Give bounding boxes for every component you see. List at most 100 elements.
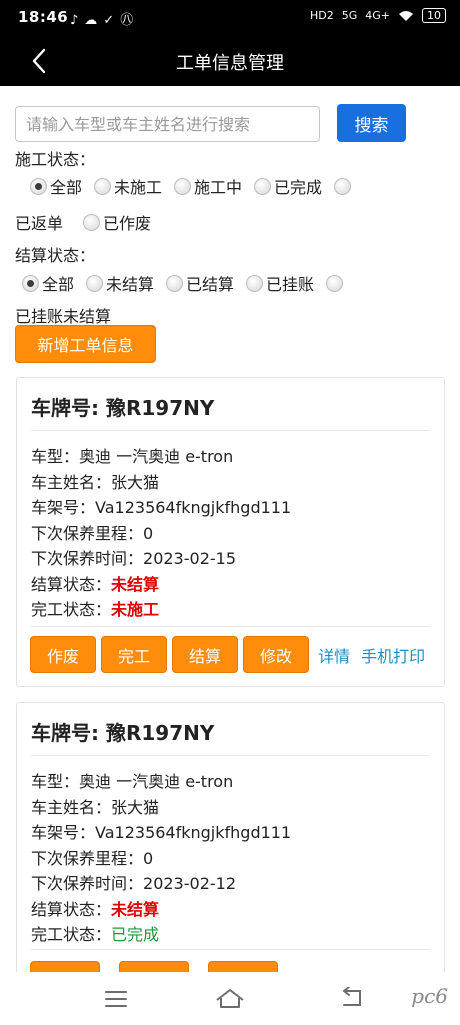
field-value: 张大猫	[111, 797, 160, 817]
field-value: 奥迪 一汽奥迪 e-tron	[79, 447, 234, 466]
info-settle: 结算状态：未结算	[31, 897, 291, 923]
field-label: 下次保养时间：	[31, 549, 144, 568]
field-value: 奥迪 一汽奥迪 e-tron	[79, 772, 234, 791]
back-icon[interactable]	[340, 987, 364, 1009]
radio-construction-returned[interactable]	[334, 177, 354, 195]
radio-dot-icon	[254, 177, 272, 195]
radio-dot-icon	[174, 177, 192, 195]
mobile-print-link[interactable]: 手机打印	[361, 643, 425, 667]
field-label: 车主姓名：	[31, 472, 112, 492]
radio-label: 已作废	[103, 214, 152, 233]
field-value: 张大猫	[111, 472, 160, 492]
construction-status-label: 施工状态：	[15, 150, 96, 169]
watermark-logo: pc6	[411, 984, 448, 1008]
info-work: 完工状态：未施工	[31, 597, 291, 623]
search-input[interactable]	[15, 106, 320, 142]
void-button[interactable]: 作废	[30, 636, 97, 673]
radio-construction-returned-label[interactable]: 已返单	[15, 210, 63, 234]
status-badge: 已完成	[111, 925, 160, 944]
radio-construction-voided[interactable]: 已作废	[83, 210, 151, 234]
add-work-order-button[interactable]: 新增工单信息	[15, 325, 156, 363]
signal-4g-icon: 4G+	[365, 9, 390, 22]
radio-dot-icon	[334, 177, 352, 195]
status-badge: 未结算	[111, 899, 160, 919]
field-label: 车型：	[31, 447, 80, 466]
radio-settlement-on-account-unsettled-label[interactable]: 已挂账未结算	[15, 303, 111, 327]
radio-label: 已返单	[15, 214, 64, 233]
construction-status-row2: 已返单 已作废	[15, 210, 163, 234]
radio-construction-completed[interactable]: 已完成	[254, 174, 322, 198]
card-actions: 作废 完工 结算 修改 详情 手机打印	[30, 636, 425, 673]
card-info: 车型：奥迪 一汽奥迪 e-tron 车主姓名：张大猫 车架号：Va123564f…	[31, 444, 291, 623]
nav-bar: 工单信息管理	[0, 36, 460, 86]
field-label: 下次保养里程：	[31, 523, 144, 543]
radio-construction-not-started[interactable]: 未施工	[94, 174, 162, 198]
divider	[31, 626, 430, 627]
edit-button[interactable]: 修改	[243, 636, 310, 673]
settlement-status-label: 结算状态：	[15, 246, 96, 265]
radio-settlement-settled[interactable]: 已结算	[166, 271, 234, 295]
field-value: 0	[143, 523, 154, 543]
hd-icon: HD2	[309, 9, 334, 22]
wifi-icon	[399, 10, 413, 21]
info-model: 车型：奥迪 一汽奥迪 e-tron	[31, 444, 291, 470]
status-right-icons: HD2 5G 4G+ 10	[310, 8, 446, 23]
divider	[31, 430, 430, 431]
field-label: 结算状态：	[31, 574, 112, 594]
radio-label: 施工中	[194, 178, 243, 197]
info-mileage: 下次保养里程：0	[31, 846, 291, 872]
info-model: 车型：奥迪 一汽奥迪 e-tron	[31, 769, 291, 795]
field-label: 完工状态：	[31, 600, 112, 619]
info-date: 下次保养时间：2023-02-12	[31, 871, 291, 897]
search-button[interactable]: 搜索	[337, 104, 406, 142]
radio-construction-all[interactable]: 全部	[30, 174, 82, 198]
info-settle: 结算状态：未结算	[31, 572, 291, 598]
divider	[31, 755, 430, 756]
work-order-card: 车牌号: 豫R197NY 车型：奥迪 一汽奥迪 e-tron 车主姓名：张大猫 …	[16, 377, 445, 687]
notification-icons: ♪☁✓㊇	[70, 13, 140, 28]
info-owner: 车主姓名：张大猫	[31, 470, 291, 496]
signal-5g-icon: 5G	[341, 9, 358, 22]
radio-settlement-all[interactable]: 全部	[22, 271, 74, 295]
status-badge: 未结算	[111, 574, 160, 594]
radio-label: 已完成	[274, 178, 323, 197]
info-date: 下次保养时间：2023-02-15	[31, 546, 291, 572]
field-value: 0	[143, 848, 154, 868]
radio-construction-in-progress[interactable]: 施工中	[174, 174, 242, 198]
details-link[interactable]: 详情	[318, 643, 350, 667]
plate-number: 车牌号: 豫R197NY	[31, 721, 215, 745]
radio-dot-icon	[86, 274, 104, 292]
radio-dot-icon	[30, 177, 47, 195]
construction-status-row1: 全部 未施工 施工中 已完成	[30, 174, 366, 198]
field-label: 结算状态：	[31, 899, 112, 919]
info-vin: 车架号：Va123564fkngjkfhgd111	[31, 820, 291, 846]
divider	[31, 949, 430, 950]
radio-settlement-on-account-unsettled[interactable]	[326, 274, 346, 292]
status-badge: 未施工	[111, 600, 160, 619]
radio-label: 已挂账	[266, 275, 315, 294]
field-label: 车架号：	[31, 498, 96, 517]
radio-settlement-on-account[interactable]: 已挂账	[246, 271, 314, 295]
info-mileage: 下次保养里程：0	[31, 521, 291, 547]
field-label: 车型：	[31, 772, 80, 791]
plate-number: 车牌号: 豫R197NY	[31, 396, 215, 420]
field-label: 下次保养时间：	[31, 874, 144, 893]
menu-icon[interactable]	[104, 990, 128, 1008]
home-icon[interactable]	[214, 986, 246, 1010]
status-time: 18:46	[18, 8, 69, 26]
field-label: 车架号：	[31, 823, 96, 842]
radio-settlement-unsettled[interactable]: 未结算	[86, 271, 154, 295]
field-label: 车主姓名：	[31, 797, 112, 817]
info-vin: 车架号：Va123564fkngjkfhgd111	[31, 495, 291, 521]
settle-button[interactable]: 结算	[172, 636, 239, 673]
info-owner: 车主姓名：张大猫	[31, 795, 291, 821]
radio-dot-icon	[326, 274, 344, 292]
radio-dot-icon	[166, 274, 184, 292]
radio-label: 全部	[42, 275, 75, 294]
radio-dot-icon	[83, 213, 101, 231]
radio-dot-icon	[22, 274, 39, 292]
field-label: 完工状态：	[31, 925, 112, 944]
field-label: 下次保养里程：	[31, 848, 144, 868]
settlement-status-row1: 全部 未结算 已结算 已挂账	[22, 271, 358, 295]
complete-button[interactable]: 完工	[101, 636, 168, 673]
